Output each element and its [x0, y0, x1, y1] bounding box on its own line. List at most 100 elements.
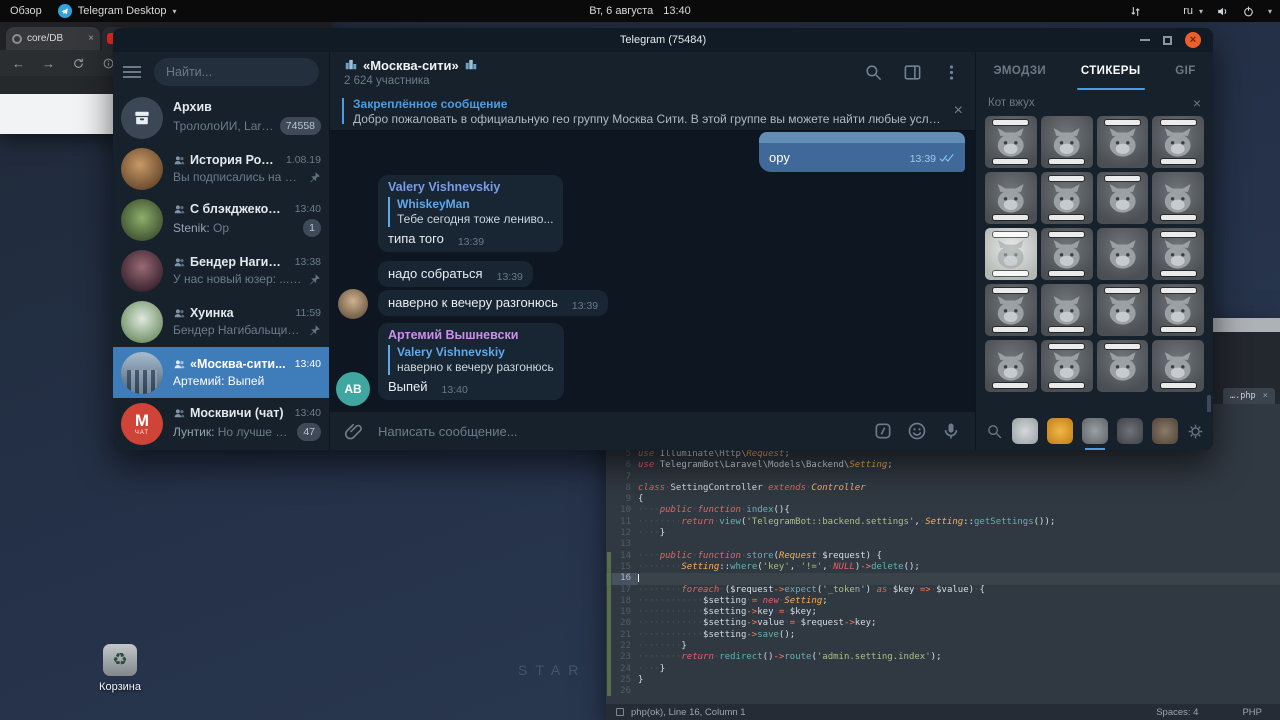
- group-icon: [173, 203, 186, 216]
- chat-list-item[interactable]: М ЧАТ Москвичи (чат) 13:40 Лунтик: Но лучше …: [113, 398, 329, 449]
- unread-badge: 74558: [279, 117, 321, 135]
- sticker-set-thumb[interactable]: [1117, 418, 1143, 444]
- close-icon[interactable]: ×: [1193, 95, 1201, 111]
- sticker[interactable]: [985, 116, 1037, 168]
- app-menu[interactable]: Telegram Desktop ▾: [57, 4, 176, 18]
- sticker[interactable]: [1152, 340, 1204, 392]
- chat-list-item[interactable]: Хуинка 11:59 Бендер Нагибальщик Р...: [113, 296, 329, 347]
- chat-header[interactable]: «Москва-сити» 2 624 участника: [330, 52, 975, 92]
- git-gutter-marks: [607, 552, 611, 696]
- sticker-set-header: Кот вжух ×: [976, 90, 1213, 116]
- telegram-titlebar[interactable]: Telegram (75484) ×: [113, 28, 1213, 52]
- sticker[interactable]: [1040, 228, 1093, 280]
- message-area[interactable]: ору 13:39 Valery Vishnevskiy WhiskeyMan Тебе…: [330, 130, 975, 412]
- trash-label: Корзина: [99, 681, 141, 693]
- code-line: 5 use·Illuminate\Http\Request;: [606, 449, 1280, 460]
- sticker[interactable]: [985, 228, 1037, 280]
- sticker[interactable]: [1096, 172, 1149, 224]
- close-icon[interactable]: ×: [1263, 391, 1268, 401]
- sticker[interactable]: [1096, 284, 1149, 336]
- sticker[interactable]: [1040, 116, 1093, 168]
- sticker[interactable]: [1040, 284, 1093, 336]
- message-author[interactable]: Valery Vishnevskiy: [388, 180, 553, 194]
- forward-button[interactable]: →: [42, 56, 55, 71]
- code-line: 10 ····public·function·index(){: [606, 505, 1280, 516]
- read-checks-icon: [939, 153, 955, 163]
- reload-button[interactable]: [72, 57, 85, 70]
- sticker[interactable]: [1152, 228, 1204, 280]
- chat-list-item[interactable]: «Москва-сити... 13:40 Артемий: Выпей: [113, 347, 329, 398]
- sticker[interactable]: [1040, 172, 1093, 224]
- chat-name: Хуинка: [190, 306, 234, 320]
- tab-gif[interactable]: GIF: [1171, 52, 1199, 90]
- close-icon[interactable]: ×: [88, 33, 94, 44]
- chat-list-item[interactable]: История Росси... 1.08.19 Вы подписались на…: [113, 143, 329, 194]
- line-number: 16: [612, 573, 638, 585]
- search-icon[interactable]: [986, 423, 1003, 440]
- close-button[interactable]: ×: [1185, 32, 1201, 48]
- sticker-set-thumb[interactable]: [1152, 418, 1178, 444]
- recycle-icon: ♻: [103, 644, 137, 676]
- pin-icon: [308, 273, 321, 286]
- toggle-panel-icon[interactable]: [903, 63, 922, 82]
- sticker[interactable]: [1096, 116, 1149, 168]
- sticker[interactable]: [985, 284, 1037, 336]
- menu-icon[interactable]: [123, 66, 141, 78]
- microphone-icon[interactable]: [941, 421, 961, 441]
- more-options-icon[interactable]: [942, 63, 961, 82]
- syntax-setting[interactable]: PHP: [1242, 707, 1262, 718]
- editor-file-tab[interactable]: ….php ×: [1222, 388, 1275, 404]
- sticker[interactable]: [1096, 340, 1149, 392]
- browser-tab-active[interactable]: core/DB ×: [6, 27, 100, 50]
- back-button[interactable]: ←: [12, 56, 25, 71]
- reply-quote[interactable]: Valery Vishnevskiy наверно к вечеру разго…: [388, 345, 554, 375]
- indentation-setting[interactable]: Spaces: 4: [1156, 707, 1198, 718]
- chat-name: Москвичи (чат): [190, 406, 284, 420]
- network-icon[interactable]: [1129, 5, 1142, 18]
- trash-shortcut[interactable]: ♻ Корзина: [84, 644, 156, 693]
- sticker[interactable]: [1152, 284, 1204, 336]
- sticker-set-thumb[interactable]: [1047, 418, 1073, 444]
- message-time: 13:39: [457, 236, 485, 248]
- chat-list: Архив ТрололоИИ, Larave... 74558 История Ро…: [113, 92, 329, 450]
- tab-emoji[interactable]: ЭМОДЗИ: [989, 52, 1050, 90]
- sticker-tabs: ЭМОДЗИ СТИКЕРЫ GIF: [976, 52, 1213, 90]
- message-input[interactable]: Написать сообщение...: [378, 424, 859, 439]
- message-author[interactable]: Артемий Вышневски: [388, 328, 554, 342]
- outgoing-message[interactable]: ору 13:39: [759, 132, 965, 172]
- gear-icon[interactable]: [1187, 423, 1204, 440]
- pinned-message-bar[interactable]: Закреплённое сообщение Добро пожаловать …: [330, 92, 975, 130]
- volume-icon[interactable]: [1216, 5, 1229, 18]
- incoming-message[interactable]: Valery Vishnevskiy WhiskeyMan Тебе сегодня…: [378, 175, 564, 252]
- message-text: надо собраться: [388, 266, 483, 281]
- reply-quote[interactable]: WhiskeyMan Тебе сегодня тоже лениво...: [388, 197, 553, 227]
- clock[interactable]: Вт, 6 августа 13:40: [589, 5, 691, 17]
- search-input[interactable]: Найти...: [154, 58, 319, 86]
- search-icon[interactable]: [864, 63, 883, 82]
- sticker[interactable]: [1152, 172, 1204, 224]
- incoming-message[interactable]: Артемий Вышневски Valery Vishnevskiy навер…: [378, 323, 564, 400]
- minimize-button[interactable]: [1140, 39, 1150, 41]
- keyboard-layout-indicator[interactable]: ru ▾: [1183, 5, 1203, 17]
- activities-button[interactable]: Обзор: [10, 5, 42, 17]
- emoji-icon[interactable]: [907, 421, 927, 441]
- sticker[interactable]: [985, 340, 1037, 392]
- chat-list-item[interactable]: Архив ТрололоИИ, Larave... 74558: [113, 92, 329, 143]
- sticker[interactable]: [1096, 228, 1149, 280]
- bot-commands-icon[interactable]: [873, 421, 893, 441]
- attach-icon[interactable]: [344, 421, 364, 441]
- incoming-message[interactable]: наверно к вечеру разгонюсь 13:39: [378, 290, 609, 316]
- sticker[interactable]: [1040, 340, 1093, 392]
- line-number: 6: [625, 460, 631, 471]
- close-icon[interactable]: ×: [954, 102, 963, 120]
- chat-list-item[interactable]: Бендер Нагибаль... 13:38 У нас новый юзер:…: [113, 245, 329, 296]
- sticker[interactable]: [1152, 116, 1204, 168]
- incoming-message[interactable]: надо собраться 13:39: [378, 261, 533, 287]
- maximize-button[interactable]: [1163, 35, 1172, 45]
- sticker[interactable]: [985, 172, 1037, 224]
- sticker-set-thumb[interactable]: [1082, 418, 1108, 450]
- tab-stickers[interactable]: СТИКЕРЫ: [1076, 52, 1145, 90]
- power-icon[interactable]: [1242, 5, 1255, 18]
- chat-list-item[interactable]: С блэкджеком и ... 13:40 Stenik: Op 1: [113, 194, 329, 245]
- sticker-set-thumb[interactable]: [1012, 418, 1038, 444]
